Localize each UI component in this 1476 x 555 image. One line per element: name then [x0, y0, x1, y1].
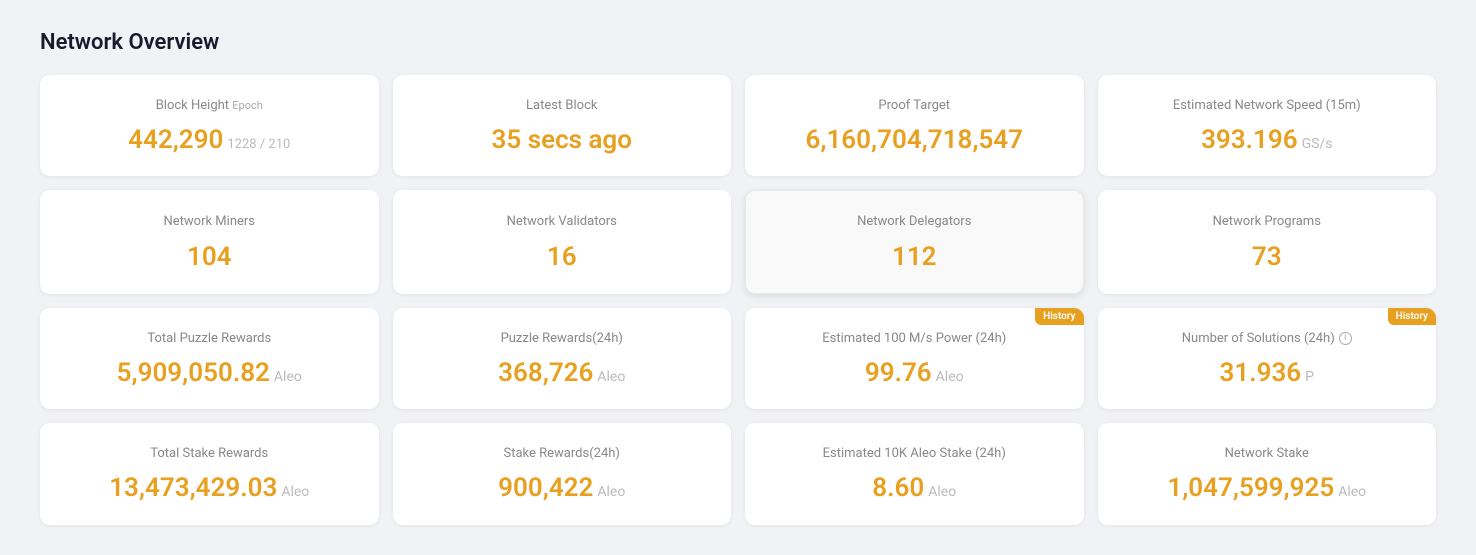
card-total-puzzle-rewards: Total Puzzle Rewards 5,909,050.82Aleo: [40, 308, 379, 409]
card-label-network-miners: Network Miners: [163, 213, 255, 231]
card-value-network-delegators: 112: [892, 242, 937, 273]
card-value-latest-block: 35 secs ago: [492, 125, 632, 156]
card-label-estimated-100-mhs-power: Estimated 100 M/s Power (24h): [822, 330, 1006, 348]
card-value-estimated-100-mhs-power: 99.76Aleo: [865, 358, 964, 389]
card-value-network-programs: 73: [1252, 242, 1282, 273]
card-label-network-stake: Network Stake: [1225, 445, 1309, 463]
card-label-estimated-network-speed: Estimated Network Speed (15m): [1173, 97, 1361, 115]
badge-estimated-100-mhs-power: History: [1035, 308, 1083, 325]
card-estimated-10k-aleo-stake: Estimated 10K Aleo Stake (24h) 8.60Aleo: [745, 423, 1084, 524]
card-label-puzzle-rewards-24h: Puzzle Rewards(24h): [501, 330, 623, 348]
card-label-estimated-10k-aleo-stake: Estimated 10K Aleo Stake (24h): [823, 445, 1006, 463]
card-label-network-delegators: Network Delegators: [857, 213, 971, 231]
card-value-estimated-network-speed: 393.196GS/s: [1201, 125, 1332, 156]
card-label-network-validators: Network Validators: [507, 213, 617, 231]
card-value-stake-rewards-24h: 900,422Aleo: [498, 473, 625, 504]
card-value-number-of-solutions: 31.936P: [1220, 358, 1315, 389]
card-block-height: Block Height Epoch 442,2901228 / 210: [40, 75, 379, 176]
card-label-latest-block: Latest Block: [526, 97, 597, 115]
card-number-of-solutions: History Number of Solutions (24h)i 31.936P: [1098, 308, 1437, 409]
cards-grid: Block Height Epoch 442,2901228 / 210 Lates…: [40, 75, 1436, 525]
page-title: Network Overview: [40, 30, 1436, 55]
card-value-total-stake-rewards: 13,473,429.03Aleo: [109, 473, 309, 504]
card-value-block-height: 442,2901228 / 210: [128, 125, 290, 156]
card-value-network-validators: 16: [547, 242, 577, 273]
card-network-validators: Network Validators 16: [393, 190, 732, 293]
card-label-total-puzzle-rewards: Total Puzzle Rewards: [147, 330, 271, 348]
card-value-total-puzzle-rewards: 5,909,050.82Aleo: [117, 358, 302, 389]
card-proof-target: Proof Target 6,160,704,718,547: [745, 75, 1084, 176]
card-label-number-of-solutions: Number of Solutions (24h)i: [1182, 330, 1352, 348]
card-stake-rewards-24h: Stake Rewards(24h) 900,422Aleo: [393, 423, 732, 524]
badge-number-of-solutions: History: [1388, 308, 1436, 325]
card-label-stake-rewards-24h: Stake Rewards(24h): [504, 445, 620, 463]
card-estimated-100-mhs-power: History Estimated 100 M/s Power (24h) 99.7…: [745, 308, 1084, 409]
card-label-block-height: Block Height Epoch: [156, 97, 263, 115]
card-value-network-miners: 104: [187, 242, 232, 273]
card-network-stake: Network Stake 1,047,599,925Aleo: [1098, 423, 1437, 524]
card-network-delegators: Network Delegators 112: [745, 190, 1084, 293]
card-estimated-network-speed: Estimated Network Speed (15m) 393.196GS/s: [1098, 75, 1437, 176]
card-value-network-stake: 1,047,599,925Aleo: [1167, 473, 1366, 504]
card-label-proof-target: Proof Target: [878, 97, 950, 115]
card-label-network-programs: Network Programs: [1213, 213, 1321, 231]
card-label-total-stake-rewards: Total Stake Rewards: [150, 445, 268, 463]
card-latest-block: Latest Block 35 secs ago: [393, 75, 732, 176]
card-value-estimated-10k-aleo-stake: 8.60Aleo: [872, 473, 956, 504]
card-value-proof-target: 6,160,704,718,547: [805, 125, 1023, 156]
info-icon-number-of-solutions[interactable]: i: [1339, 332, 1352, 345]
card-network-miners: Network Miners 104: [40, 190, 379, 293]
card-total-stake-rewards: Total Stake Rewards 13,473,429.03Aleo: [40, 423, 379, 524]
card-network-programs: Network Programs 73: [1098, 190, 1437, 293]
card-value-puzzle-rewards-24h: 368,726Aleo: [498, 358, 625, 389]
card-puzzle-rewards-24h: Puzzle Rewards(24h) 368,726Aleo: [393, 308, 732, 409]
